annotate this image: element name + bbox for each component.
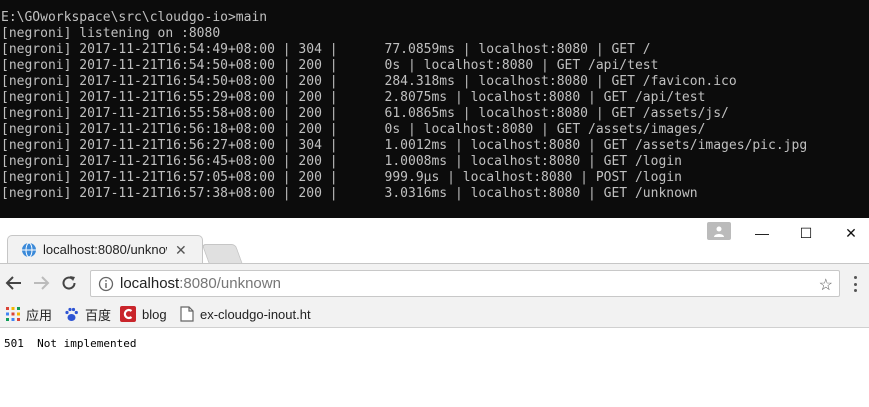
terminal-line: [negroni] 2017-11-21T16:54:50+08:00 | 20…	[1, 58, 659, 73]
menu-icon[interactable]	[853, 276, 857, 292]
terminal-line: [negroni] 2017-11-21T16:56:27+08:00 | 30…	[1, 138, 808, 153]
terminal-line: [negroni] 2017-11-21T16:55:29+08:00 | 20…	[1, 90, 706, 105]
bookmark-baidu[interactable]: 百度	[64, 305, 111, 323]
url-host: localhost	[120, 275, 180, 292]
browser-window: localhost:8080/unknow ✕ — ☐ ✕ localhost:…	[0, 218, 869, 407]
terminal-line: E:\GOworkspace\src\cloudgo-io>main	[1, 10, 268, 25]
page-icon	[180, 306, 194, 322]
tab-localhost[interactable]: localhost:8080/unknow ✕	[7, 235, 203, 263]
apps-grid-icon	[6, 307, 20, 321]
bookmarks-bar: 应用 百度 blog ex-cloudgo-inout.ht	[0, 301, 869, 328]
reload-icon[interactable]	[59, 273, 79, 293]
terminal-line: [negroni] 2017-11-21T16:56:18+08:00 | 20…	[1, 122, 706, 137]
terminal-line: [negroni] 2017-11-21T16:54:50+08:00 | 20…	[1, 74, 737, 89]
bookmark-label: ex-cloudgo-inout.ht	[200, 306, 311, 322]
url-text: localhost:8080/unknown	[120, 275, 281, 292]
terminal-line: [negroni] 2017-11-21T16:54:49+08:00 | 30…	[1, 42, 651, 57]
response-text: 501 Not implemented	[4, 337, 137, 350]
terminal-line: [negroni] listening on :8080	[1, 26, 221, 41]
maximize-button[interactable]: ☐	[796, 224, 816, 242]
bookmark-label: 百度	[85, 307, 112, 323]
bookmark-star-icon[interactable]: ☆	[819, 275, 833, 295]
terminal-line: [negroni] 2017-11-21T16:56:45+08:00 | 20…	[1, 154, 682, 169]
bookmark-apps[interactable]: 应用	[6, 305, 52, 323]
terminal-line: [negroni] 2017-11-21T16:57:05+08:00 | 20…	[1, 170, 682, 185]
address-bar[interactable]: localhost:8080/unknown ☆	[90, 270, 840, 297]
back-icon[interactable]	[4, 273, 24, 293]
browser-toolbar: localhost:8080/unknown ☆	[0, 263, 869, 301]
forward-icon[interactable]	[31, 273, 51, 293]
baidu-paw-icon	[64, 307, 79, 322]
bookmark-ex-cloudgo[interactable]: ex-cloudgo-inout.ht	[180, 305, 311, 323]
close-icon[interactable]: ✕	[175, 243, 187, 257]
globe-icon	[21, 242, 37, 258]
terminal-line: [negroni] 2017-11-21T16:55:58+08:00 | 20…	[1, 106, 729, 121]
tab-title: localhost:8080/unknow	[43, 242, 167, 257]
window-close-button[interactable]: ✕	[841, 224, 861, 242]
page-content: 501 Not implemented	[0, 328, 869, 407]
bookmark-label: 应用	[26, 307, 53, 323]
minimize-button[interactable]: —	[752, 224, 772, 242]
tab-strip: localhost:8080/unknow ✕ — ☐ ✕	[0, 218, 869, 263]
info-icon[interactable]	[98, 276, 114, 292]
terminal-line: [negroni] 2017-11-21T16:57:38+08:00 | 20…	[1, 186, 698, 201]
profile-icon[interactable]	[707, 222, 731, 240]
new-tab-button[interactable]	[201, 244, 243, 263]
bookmark-label: blog	[142, 306, 167, 322]
url-rest: :8080/unknown	[179, 275, 281, 292]
terminal-window: E:\GOworkspace\src\cloudgo-io>main [negr…	[0, 0, 869, 218]
bookmark-blog[interactable]: blog	[120, 305, 167, 323]
blog-c-icon	[120, 306, 136, 322]
